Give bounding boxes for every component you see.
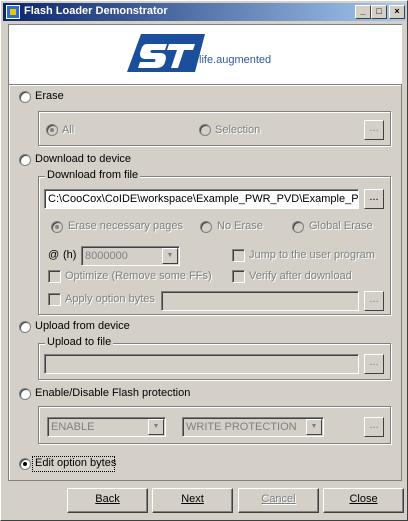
no-erase-radio[interactable] bbox=[200, 221, 212, 233]
erase-selection-browse-button[interactable]: ... bbox=[364, 120, 384, 140]
window-title: Flash Loader Demonstrator bbox=[24, 5, 168, 17]
erase-all-radio[interactable] bbox=[46, 124, 58, 136]
optimize-label: Optimize (Remove some FFs) bbox=[65, 270, 212, 282]
logo-banner: life.augmented bbox=[8, 24, 402, 84]
st-logo-icon bbox=[127, 34, 205, 72]
optimize-checkbox[interactable] bbox=[48, 270, 61, 283]
maximize-button[interactable]: □ bbox=[371, 5, 387, 19]
jump-user-program-label: Jump to the user program bbox=[249, 249, 375, 261]
edit-option-bytes-radio[interactable] bbox=[19, 458, 31, 470]
app-icon bbox=[6, 5, 20, 19]
protection-radio[interactable] bbox=[19, 388, 31, 400]
next-button[interactable]: Next bbox=[152, 488, 233, 513]
chevron-down-icon[interactable]: ▼ bbox=[162, 248, 178, 264]
close-window-button[interactable]: × bbox=[389, 5, 405, 19]
erase-label[interactable]: Erase bbox=[35, 90, 64, 102]
erase-selection-radio[interactable] bbox=[199, 124, 211, 136]
erase-necessary-radio[interactable] bbox=[51, 221, 63, 233]
protection-type-value: WRITE PROTECTION bbox=[186, 421, 297, 433]
download-label[interactable]: Download to device bbox=[35, 153, 131, 165]
download-file-path-input[interactable]: C:\CooCox\CoIDE\workspace\Example_PWR_PV… bbox=[44, 189, 359, 209]
address-hex-label: (h) bbox=[63, 249, 77, 261]
upload-file-browse-button[interactable]: ... bbox=[364, 354, 384, 374]
edit-option-bytes-label[interactable]: Edit option bytes bbox=[35, 457, 116, 469]
verify-checkbox[interactable] bbox=[232, 270, 245, 283]
global-erase-radio[interactable] bbox=[292, 221, 304, 233]
upload-label[interactable]: Upload from device bbox=[35, 320, 130, 332]
address-combo[interactable]: 8000000 ▼ bbox=[81, 246, 180, 266]
address-at-label: @ bbox=[48, 249, 60, 261]
flash-loader-window: Flash Loader Demonstrator _ □ × life.aug… bbox=[0, 0, 408, 521]
protection-type-combo[interactable]: WRITE PROTECTION ▼ bbox=[182, 417, 324, 437]
option-bytes-browse-button[interactable]: ... bbox=[364, 291, 384, 311]
address-value: 8000000 bbox=[85, 250, 128, 262]
erase-selection-label: Selection bbox=[215, 124, 261, 136]
close-button-label: Close bbox=[349, 493, 378, 505]
apply-option-bytes-label: Apply option bytes bbox=[65, 293, 155, 305]
protection-enable-value: ENABLE bbox=[51, 421, 95, 433]
erase-necessary-label: Erase necessary pages bbox=[68, 220, 183, 232]
no-erase-label: No Erase bbox=[217, 220, 263, 232]
protection-label[interactable]: Enable/Disable Flash protection bbox=[35, 387, 190, 399]
cancel-button[interactable]: Cancel bbox=[238, 488, 319, 513]
jump-user-program-checkbox[interactable] bbox=[232, 249, 245, 262]
erase-all-label: All bbox=[62, 124, 75, 136]
logo-tagline: life.augmented bbox=[199, 54, 272, 66]
close-button[interactable]: Close bbox=[323, 488, 404, 513]
upload-radio[interactable] bbox=[19, 321, 31, 333]
title-bar[interactable]: Flash Loader Demonstrator _ □ × bbox=[3, 3, 406, 21]
download-group-title: Download from file bbox=[45, 169, 141, 181]
back-button-label: Back bbox=[95, 493, 120, 505]
minimize-button[interactable]: _ bbox=[355, 5, 371, 19]
protection-enable-combo[interactable]: ENABLE ▼ bbox=[47, 417, 166, 437]
option-bytes-file-input[interactable] bbox=[161, 291, 359, 311]
chevron-down-icon[interactable]: ▼ bbox=[306, 419, 322, 435]
download-file-browse-button[interactable]: ... bbox=[364, 189, 384, 209]
upload-file-path-input[interactable] bbox=[44, 354, 359, 374]
download-radio[interactable] bbox=[19, 154, 31, 166]
upload-group-title: Upload to file bbox=[45, 336, 114, 348]
chevron-down-icon[interactable]: ▼ bbox=[148, 419, 164, 435]
back-button[interactable]: Back bbox=[67, 488, 148, 513]
next-button-label: Next bbox=[181, 493, 204, 505]
apply-option-bytes-checkbox[interactable] bbox=[48, 293, 61, 306]
cancel-button-label: Cancel bbox=[261, 493, 296, 505]
protection-browse-button[interactable]: ... bbox=[364, 417, 384, 437]
global-erase-label: Global Erase bbox=[309, 220, 373, 232]
erase-radio[interactable] bbox=[19, 91, 31, 103]
verify-label: Verify after download bbox=[249, 270, 352, 282]
